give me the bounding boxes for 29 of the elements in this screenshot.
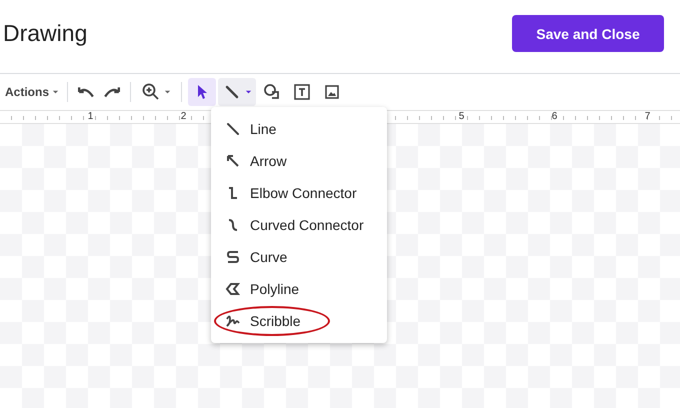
ruler-number: 1 <box>86 111 94 123</box>
line-tool-button[interactable] <box>218 78 256 106</box>
ruler-number: 5 <box>458 111 466 123</box>
caret-icon <box>164 90 172 94</box>
menu-item[interactable]: Line <box>211 113 387 145</box>
menu-item[interactable]: Polyline <box>211 273 387 305</box>
menu-item[interactable]: Elbow Connector <box>211 177 387 209</box>
menu-item[interactable]: Arrow <box>211 145 387 177</box>
menu-item[interactable]: Scribble <box>211 305 387 337</box>
ruler-number: 6 <box>550 111 558 123</box>
caret-icon <box>245 90 252 94</box>
line-icon <box>225 121 241 137</box>
text-box-icon <box>292 82 312 102</box>
caret-icon <box>52 90 60 94</box>
scribble-icon <box>225 313 241 329</box>
actions-menu[interactable]: Actions <box>3 81 62 103</box>
undo-icon <box>78 86 94 98</box>
ruler-number: 2 <box>180 111 188 123</box>
arrow-icon <box>225 153 241 169</box>
ruler-number: 7 <box>644 111 652 123</box>
save-and-close-button[interactable]: Save and Close <box>512 15 664 52</box>
select-tool-button[interactable] <box>188 78 216 106</box>
curve-icon <box>225 249 241 265</box>
redo-icon <box>104 86 120 98</box>
window-title: Drawing <box>3 20 88 47</box>
menu-item[interactable]: Curved Connector <box>211 209 387 241</box>
zoom-icon <box>141 82 162 102</box>
polyline-icon <box>225 281 241 297</box>
menu-item[interactable]: Curve <box>211 241 387 273</box>
